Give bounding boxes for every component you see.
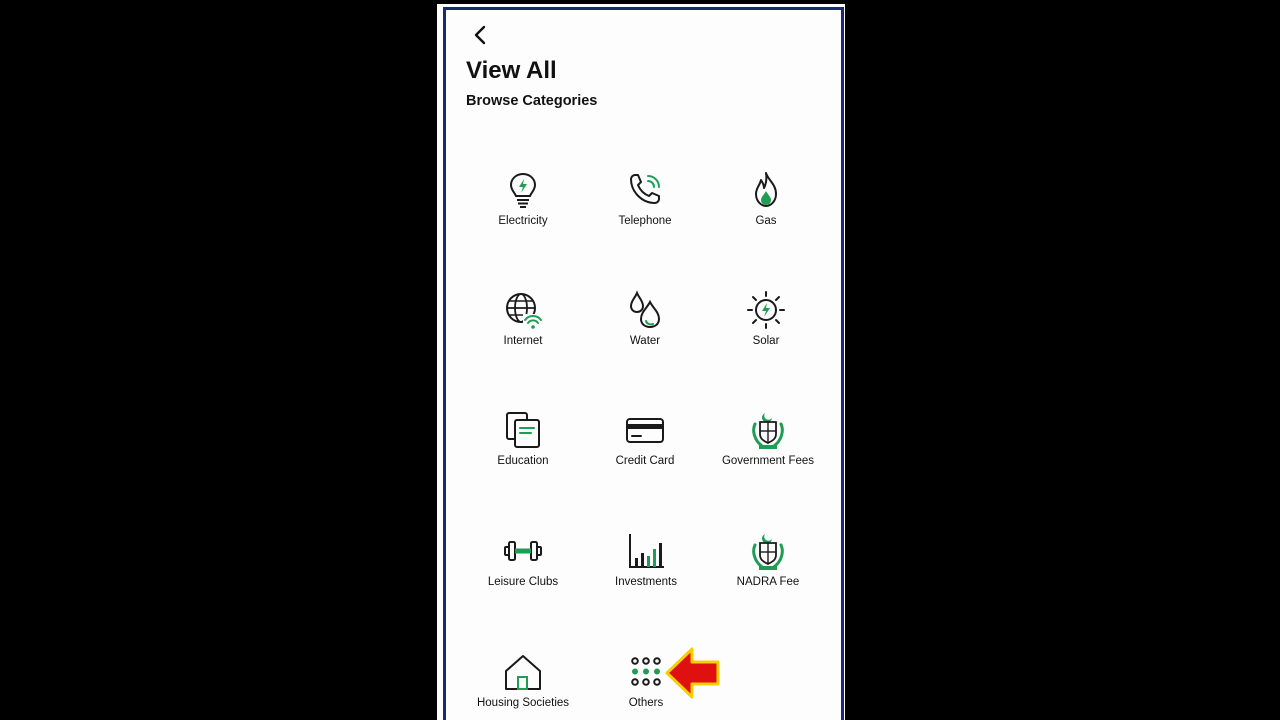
national-emblem-icon [752, 534, 784, 570]
category-housing-societies[interactable]: Housing Societies [463, 652, 583, 720]
category-label: Investments [615, 576, 677, 588]
credit-card-icon [626, 418, 664, 443]
house-icon [505, 655, 541, 690]
category-education[interactable]: Education [463, 410, 583, 490]
category-water[interactable]: Water [585, 290, 705, 370]
page-subtitle: Browse Categories [466, 93, 598, 109]
government-emblem-icon [752, 413, 784, 449]
dumbbell-icon [504, 541, 542, 561]
category-leisure-clubs[interactable]: Leisure Clubs [463, 531, 583, 611]
category-label: Gas [755, 215, 777, 227]
water-drops-icon [629, 290, 661, 329]
category-label: Credit Card [615, 455, 675, 467]
category-government-fees[interactable]: Government Fees [708, 410, 828, 490]
chevron-left-icon [474, 25, 486, 45]
bar-chart-icon [629, 534, 664, 568]
category-electricity[interactable]: Electricity [463, 170, 583, 250]
category-label: Electricity [498, 215, 548, 227]
category-investments[interactable]: Investments [586, 531, 706, 611]
lightbulb-icon [509, 172, 537, 208]
category-label: Solar [752, 335, 780, 347]
category-label: Leisure Clubs [487, 576, 559, 588]
flame-icon [755, 172, 777, 207]
category-label: Telephone [618, 215, 672, 227]
category-telephone[interactable]: Telephone [585, 170, 705, 250]
category-nadra-fee[interactable]: NADRA Fee [708, 531, 828, 611]
category-label: Water [629, 335, 661, 347]
sun-bolt-icon [747, 291, 785, 329]
back-button[interactable] [468, 22, 492, 48]
category-label: NADRA Fee [736, 576, 800, 588]
red-arrow-pointer [665, 647, 720, 699]
category-label: Internet [503, 335, 543, 347]
phone-icon [630, 174, 660, 204]
category-credit-card[interactable]: Credit Card [585, 410, 705, 490]
page-title: View All [466, 57, 557, 84]
category-label: Education [497, 455, 549, 467]
globe-wifi-icon [506, 293, 542, 329]
view-all-screen: View All Browse Categories Electricity T… [443, 7, 844, 720]
grid-dots-icon [631, 657, 661, 686]
category-solar[interactable]: Solar [706, 290, 826, 370]
category-label: Housing Societies [476, 697, 570, 709]
category-gas[interactable]: Gas [706, 170, 826, 250]
category-internet[interactable]: Internet [463, 290, 583, 370]
category-label: Government Fees [721, 455, 815, 467]
documents-icon [506, 412, 540, 448]
